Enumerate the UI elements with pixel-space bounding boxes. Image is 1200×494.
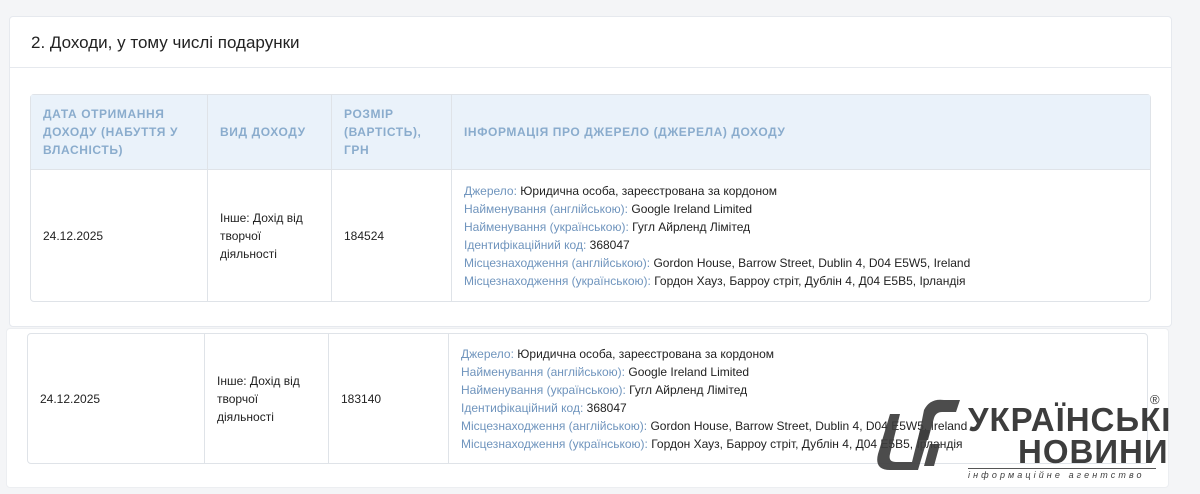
info-value: Юридична особа, зареєстрована за кордоно… bbox=[520, 183, 778, 198]
info-line-code: Ідентифікаційний код: 368047 bbox=[464, 236, 1138, 254]
info-value: Юридична особа, зареєстрована за кордоно… bbox=[517, 346, 775, 361]
cell-income-type: Інше: Дохід від творчої діяльності bbox=[208, 170, 332, 301]
cell-date: 24.12.2025 bbox=[28, 334, 205, 463]
cell-income-type: Інше: Дохід від творчої діяльності bbox=[205, 334, 329, 463]
header-income-type: ВИД ДОХОДУ bbox=[208, 95, 332, 170]
info-key: Джерело: bbox=[464, 183, 517, 198]
cell-amount: 183140 bbox=[329, 334, 449, 463]
info-line-address-en: Місцезнаходження (англійською): Gordon H… bbox=[464, 254, 1138, 272]
info-value: Google Ireland Limited bbox=[628, 364, 750, 379]
header-date: ДАТА ОТРИМАННЯ ДОХОДУ (НАБУТТЯ У ВЛАСНІС… bbox=[31, 95, 208, 170]
info-value: Gordon House, Barrow Street, Dublin 4, D… bbox=[653, 255, 971, 270]
info-line-name-uk: Найменування (українською): Гугл Айрленд… bbox=[464, 218, 1138, 236]
logo-word-novyny: НОВИНИ bbox=[1018, 433, 1169, 470]
info-value: 368047 bbox=[589, 237, 630, 252]
info-key: Найменування (українською): bbox=[461, 382, 626, 397]
info-key: Ідентифікаційний код: bbox=[464, 237, 587, 252]
income-table: ДАТА ОТРИМАННЯ ДОХОДУ (НАБУТТЯ У ВЛАСНІС… bbox=[30, 94, 1151, 302]
header-amount: РОЗМІР (ВАРТІСТЬ), ГРН bbox=[332, 95, 452, 170]
info-value: Гугл Айрленд Лімітед bbox=[629, 382, 748, 397]
info-value: Google Ireland Limited bbox=[631, 201, 753, 216]
info-line-source: Джерело: Юридична особа, зареєстрована з… bbox=[464, 182, 1138, 200]
section-header: 2. Доходи, у тому числі подарунки bbox=[10, 17, 1171, 68]
logo-subtitle: інформаційне агентство bbox=[968, 470, 1145, 480]
info-value: 368047 bbox=[586, 400, 627, 415]
info-key: Ідентифікаційний код: bbox=[461, 400, 584, 415]
info-key: Місцезнаходження (українською): bbox=[464, 273, 651, 288]
info-line-address-uk: Місцезнаходження (українською): Гордон Х… bbox=[464, 272, 1138, 290]
info-line-source: Джерело: Юридична особа, зареєстрована з… bbox=[461, 345, 1135, 363]
cell-amount: 184524 bbox=[332, 170, 452, 301]
info-line-name-en: Найменування (англійською): Google Irela… bbox=[461, 363, 1135, 381]
cell-source-info: Джерело: Юридична особа, зареєстрована з… bbox=[452, 170, 1150, 301]
info-key: Найменування (англійською): bbox=[464, 201, 629, 216]
income-section-card: 2. Доходи, у тому числі подарунки ДАТА О… bbox=[9, 16, 1172, 327]
info-key: Джерело: bbox=[461, 346, 514, 361]
info-key: Місцезнаходження (англійською): bbox=[461, 418, 648, 433]
logo-divider bbox=[968, 468, 1156, 469]
table-row: 24.12.2025 Інше: Дохід від творчої діяль… bbox=[31, 170, 1150, 301]
section-title: 2. Доходи, у тому числі подарунки bbox=[31, 33, 300, 52]
info-key: Найменування (англійською): bbox=[461, 364, 626, 379]
table-header-row: ДАТА ОТРИМАННЯ ДОХОДУ (НАБУТТЯ У ВЛАСНІС… bbox=[31, 95, 1150, 170]
logo-word-ukrainski: УКРАЇНСЬКІ bbox=[968, 401, 1172, 438]
cell-date: 24.12.2025 bbox=[31, 170, 208, 301]
info-key: Найменування (українською): bbox=[464, 219, 629, 234]
info-key: Місцезнаходження (українською): bbox=[461, 436, 648, 451]
registered-mark: ® bbox=[1150, 392, 1160, 407]
ukrainski-novyny-watermark-logo: УКРАЇНСЬКІ НОВИНИ ® інформаційне агентст… bbox=[868, 392, 1172, 484]
info-line-name-en: Найменування (англійською): Google Irela… bbox=[464, 200, 1138, 218]
info-key: Місцезнаходження (англійською): bbox=[464, 255, 651, 270]
logo-mark-icon bbox=[877, 399, 960, 470]
info-value: Гордон Хауз, Барроу стріт, Дублін 4, Д04… bbox=[654, 273, 966, 288]
info-value: Гугл Айрленд Лімітед bbox=[632, 219, 751, 234]
header-source-info: ІНФОРМАЦІЯ ПРО ДЖЕРЕЛО (ДЖЕРЕЛА) ДОХОДУ bbox=[452, 95, 1150, 170]
